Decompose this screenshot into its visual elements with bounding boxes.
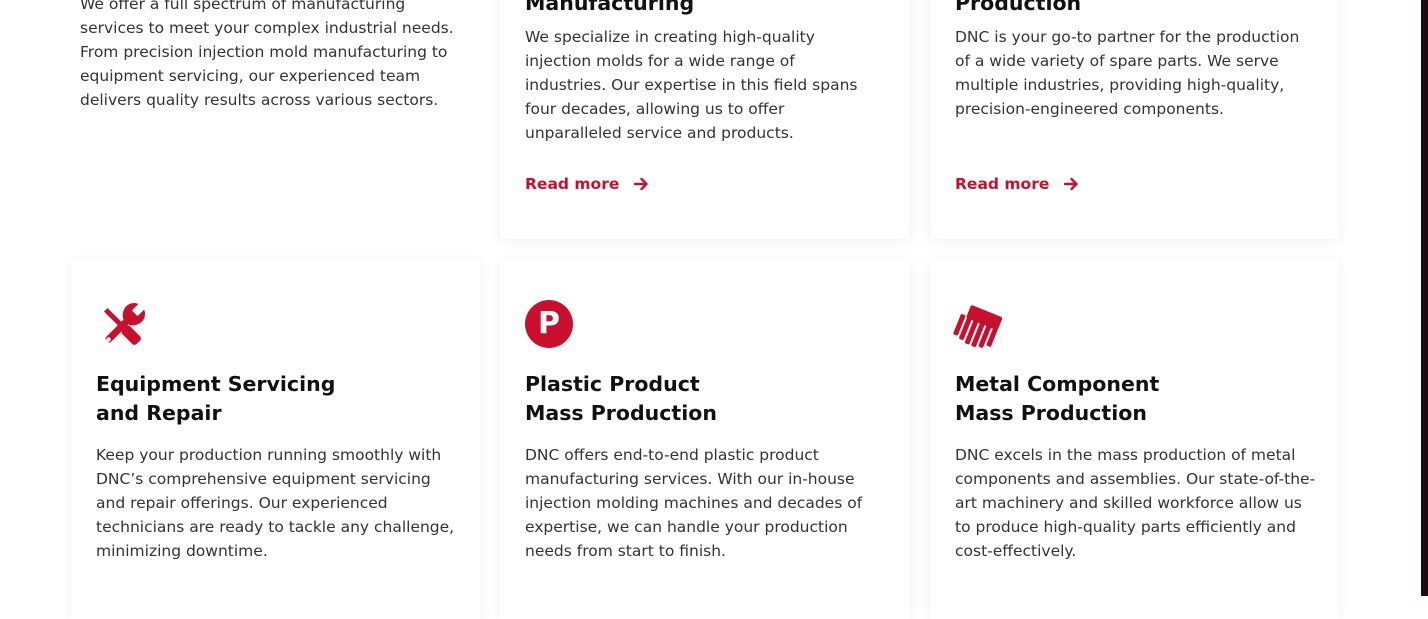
card-title: Manufacturing	[525, 0, 694, 18]
p-icon-letter: P	[525, 300, 573, 348]
card-title-line1: Metal Component	[955, 372, 1160, 396]
page-edge-strip	[1421, 0, 1428, 596]
card-title-line2: Mass Production	[955, 401, 1147, 425]
card-title-line1: Manufacturing	[525, 0, 695, 15]
arrow-right-icon	[633, 176, 649, 192]
card-title-line2: Mass Production	[525, 401, 717, 425]
read-more-label: Read more	[525, 175, 620, 193]
card-title: Production	[955, 0, 1081, 18]
card-description: Keep your production running smoothly wi…	[96, 446, 455, 560]
plastic-p-icon: P	[525, 300, 579, 354]
service-card-plastic-mass-production: P Plastic Product Mass Production DNC of…	[500, 259, 910, 619]
service-card-metal-mass-production: Metal Component Mass Production DNC exce…	[930, 259, 1339, 619]
card-description: We specialize in creating high-quality i…	[525, 28, 858, 142]
read-more-link[interactable]: Read more	[525, 175, 649, 193]
service-card-spare-parts-production: Production DNC is your go-to partner for…	[930, 0, 1339, 239]
card-description: DNC offers end-to-end plastic product ma…	[525, 446, 863, 560]
services-intro-text: We offer a full spectrum of manufacturin…	[80, 0, 454, 109]
card-title: Metal Component Mass Production	[955, 370, 1159, 428]
card-title-line1: Plastic Product	[525, 372, 700, 396]
arrow-right-icon	[1063, 176, 1079, 192]
metal-comb-icon	[949, 301, 1003, 355]
card-title: Plastic Product Mass Production	[525, 370, 717, 428]
service-card-equipment-servicing: Equipment Servicing and Repair Keep your…	[71, 259, 480, 619]
card-description: DNC excels in the mass production of met…	[955, 446, 1316, 560]
card-title-line1: Production	[955, 0, 1082, 15]
card-title: Equipment Servicing and Repair	[96, 370, 335, 428]
wrench-screwdriver-icon	[95, 299, 149, 353]
read-more-link[interactable]: Read more	[955, 175, 1079, 193]
card-description: DNC is your go-to partner for the produc…	[955, 28, 1300, 118]
read-more-label: Read more	[955, 175, 1050, 193]
service-card-mold-manufacturing: Manufacturing We specialize in creating …	[500, 0, 910, 239]
card-title-line2: and Repair	[96, 401, 222, 425]
card-title-line1: Equipment Servicing	[96, 372, 336, 396]
